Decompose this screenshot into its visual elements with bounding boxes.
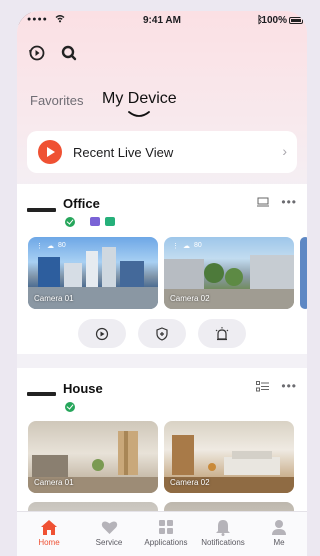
playback-history-icon[interactable] — [28, 44, 46, 62]
online-status-icon — [65, 402, 75, 412]
bell-icon — [195, 518, 251, 536]
more-options-icon[interactable]: ••• — [281, 379, 297, 393]
share-icon: ⋮ — [172, 243, 179, 250]
play-circle-icon — [95, 327, 109, 340]
battery-icon — [289, 17, 303, 24]
cloud-icon — [105, 217, 115, 226]
camera-label: Camera 01 — [34, 478, 74, 487]
bottom-navigation: Home Service Applications Notifications … — [17, 511, 307, 556]
storage-icon — [90, 217, 100, 226]
camera-tile-office-01[interactable]: ⋮ ☁ 80 Camera 01 — [28, 237, 158, 309]
camera-tile-house-02[interactable]: Camera 02 — [164, 421, 294, 493]
nav-label: Home — [38, 538, 60, 547]
shield-icon — [156, 326, 168, 341]
group-title: House — [63, 381, 103, 396]
tab-active-indicator — [128, 111, 150, 117]
share-icon: ⋮ — [36, 243, 43, 250]
tab-my-device[interactable]: My Device — [102, 90, 177, 108]
cloud-icon: ☁ — [47, 243, 54, 250]
search-icon[interactable] — [60, 44, 78, 62]
camera-tile-office-03[interactable] — [300, 237, 307, 309]
recent-live-view-label: Recent Live View — [73, 145, 174, 160]
grid-icon — [138, 518, 194, 536]
siren-icon — [215, 326, 229, 340]
nav-service[interactable]: Service — [81, 518, 137, 547]
arm-shield-button[interactable] — [138, 319, 186, 348]
view-mode-icon[interactable] — [257, 197, 269, 210]
group-logo — [27, 392, 56, 396]
tab-favorites[interactable]: Favorites — [30, 93, 83, 108]
list-view-icon[interactable] — [256, 381, 269, 395]
camera-label: Camera 02 — [170, 478, 210, 487]
playback-button[interactable] — [78, 319, 126, 348]
camera-status-badges: ⋮ ☁ 80 — [36, 242, 66, 250]
heart-icon — [81, 518, 137, 536]
play-icon — [38, 140, 62, 164]
online-status-icon — [65, 217, 75, 227]
cloud-icon: ☁ — [183, 243, 190, 250]
camera-tile-office-02[interactable]: ⋮ ☁ 80 Camera 02 — [164, 237, 294, 309]
nav-label: Service — [95, 538, 123, 547]
nav-label: Applications — [144, 538, 188, 547]
battery-level: 100% — [261, 15, 287, 26]
nav-label: Me — [273, 538, 285, 547]
camera-label: Camera 02 — [170, 294, 210, 303]
group-card-house: House ••• Camera 01 Camera 02 — [17, 368, 307, 542]
status-bar: ●●●● 9:41 AM ᛒ 100% — [17, 11, 307, 31]
chevron-right-icon: › — [282, 143, 287, 159]
camera-label: Camera 01 — [34, 294, 74, 303]
nav-label: Notifications — [201, 538, 245, 547]
camera-tile-house-01[interactable]: Camera 01 — [28, 421, 158, 493]
camera-status-badges: ⋮ ☁ 80 — [172, 242, 202, 250]
phone-screen: ●●●● 9:41 AM ᛒ 100% + Favorites My Devic… — [17, 11, 307, 556]
group-card-office: Office ••• ⋮ ☁ 80 Camera 01 ⋮ ☁ 80 Camer… — [17, 184, 307, 354]
group-logo — [27, 208, 56, 212]
alarm-button[interactable] — [198, 319, 246, 348]
nav-home[interactable]: Home — [21, 518, 77, 547]
nav-me[interactable]: Me — [251, 518, 307, 547]
group-title: Office — [63, 196, 100, 211]
recent-live-view-card[interactable]: Recent Live View › — [27, 131, 297, 173]
more-options-icon[interactable]: ••• — [281, 195, 297, 209]
signal-strength: 80 — [194, 242, 202, 249]
signal-strength: 80 — [58, 242, 66, 249]
header-gradient — [17, 11, 307, 211]
nav-notifications[interactable]: Notifications — [195, 518, 251, 547]
home-icon — [21, 518, 77, 536]
nav-applications[interactable]: Applications — [138, 518, 194, 547]
person-icon — [251, 518, 307, 536]
